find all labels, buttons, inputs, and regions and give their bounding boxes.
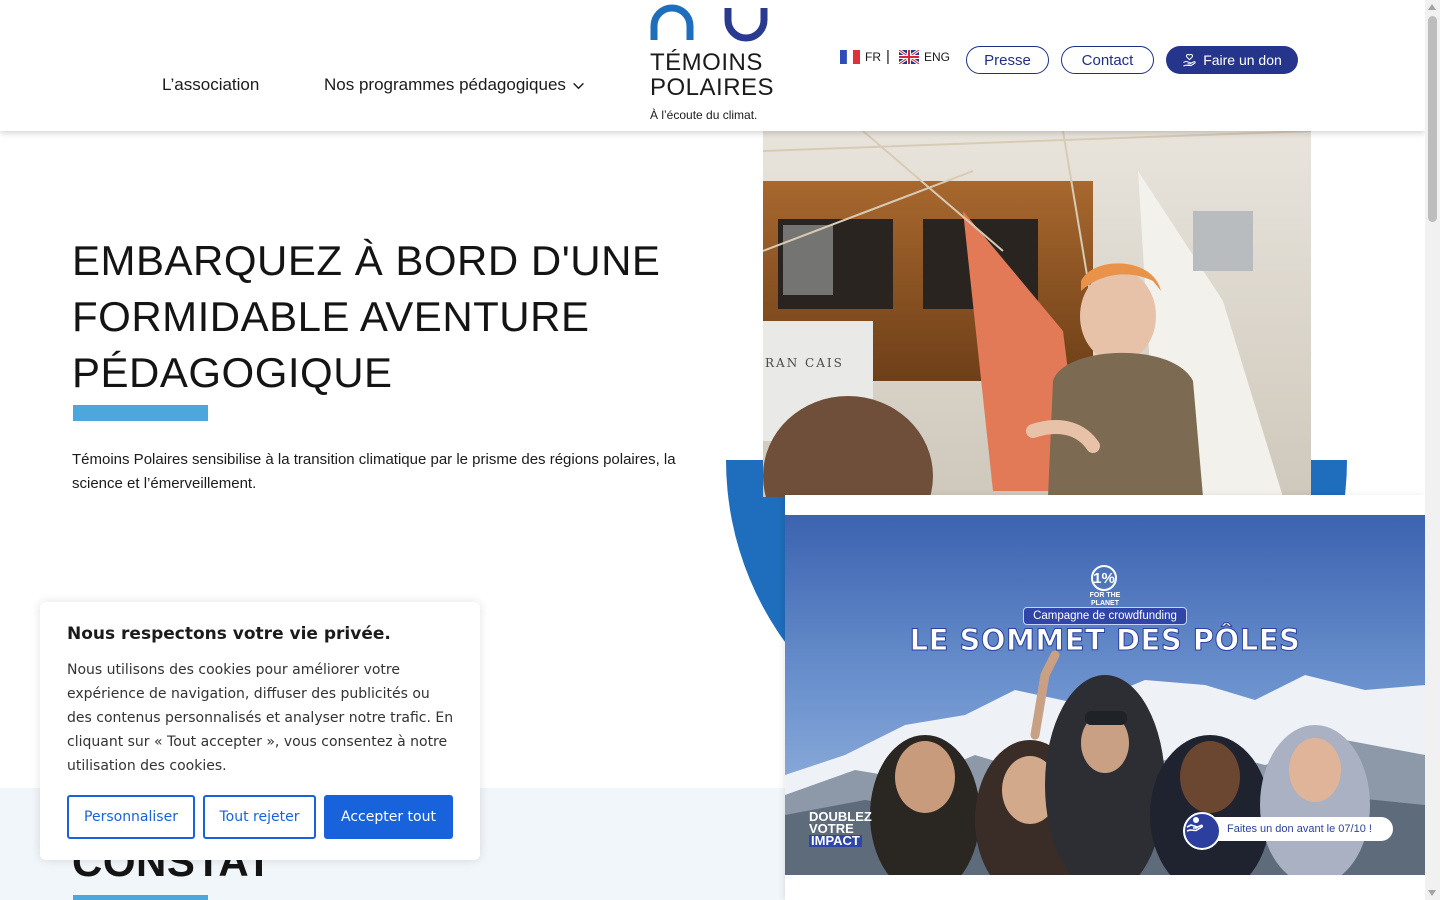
cookie-customize-button[interactable]: Personnaliser [67, 795, 195, 839]
cookie-consent-banner: Nous respectons votre vie privée. Nous u… [40, 602, 480, 860]
lang-fr-label: FR [865, 50, 881, 64]
presse-button[interactable]: Presse [966, 46, 1049, 74]
hand-donate-icon [1183, 812, 1221, 850]
chevron-down-icon [573, 82, 584, 89]
contact-button[interactable]: Contact [1061, 46, 1154, 74]
scroll-up-arrow-icon[interactable] [1428, 4, 1436, 10]
cookie-accept-button[interactable]: Accepter tout [324, 795, 453, 839]
cookie-title: Nous respectons votre vie privée. [67, 624, 391, 644]
hero-title-line-3: PÉDAGOGIQUE [72, 349, 393, 396]
cookie-reject-button[interactable]: Tout rejeter [203, 795, 316, 839]
lang-en-link[interactable]: ENG [899, 50, 950, 64]
scroll-down-arrow-icon[interactable] [1428, 890, 1436, 896]
logo-line-2: POLAIRES [650, 74, 775, 101]
logo-wordmark: TÉMOINS POLAIRES [650, 50, 774, 100]
hero-accent-bar [73, 405, 208, 421]
uk-flag-icon [899, 50, 919, 64]
hero-photo: RAN CAIS [763, 131, 1311, 497]
lang-separator: | [886, 48, 890, 65]
donate-button[interactable]: Faire un don [1166, 46, 1298, 74]
double-impact-text: DOUBLEZ VOTRE IMPACT [809, 810, 872, 848]
scrollbar-thumb[interactable] [1428, 16, 1437, 222]
hero-photo-illustration: RAN CAIS [763, 131, 1311, 497]
site-logo[interactable]: TÉMOINS POLAIRES À l’écoute du climat. [648, 4, 774, 126]
hero-title-line-1: EMBARQUEZ À BORD D'UNE [72, 237, 661, 284]
constat-accent-bar [73, 895, 208, 900]
cookie-description: Nous utilisons des cookies pour améliore… [67, 662, 454, 774]
one-percent-logo: 1% [1091, 565, 1117, 591]
crowdfunding-popup: 1% FOR THE PLANET Campagne de crowdfundi… [785, 495, 1425, 900]
lang-fr-link[interactable]: FR [840, 50, 881, 64]
nav-association[interactable]: L’association [162, 75, 259, 95]
france-flag-icon [840, 50, 860, 64]
logo-tagline: À l’écoute du climat. [650, 108, 758, 122]
page-scrollbar[interactable] [1425, 0, 1440, 900]
one-percent-logo-text: FOR THE PLANET [1089, 592, 1121, 607]
double-line-3: IMPACT [809, 833, 862, 848]
nav-programmes-label: Nos programmes pédagogiques [324, 75, 566, 94]
lang-en-label: ENG [924, 50, 951, 64]
site-header: L’association Nos programmes pédagogique… [0, 0, 1425, 131]
nav-programmes[interactable]: Nos programmes pédagogiques [324, 75, 585, 95]
hero-title: EMBARQUEZ À BORD D'UNE FORMIDABLE AVENTU… [72, 233, 712, 401]
boat-lettering: RAN CAIS [765, 356, 844, 370]
logo-line-1: TÉMOINS [650, 49, 763, 76]
donate-button-label: Faire un don [1203, 52, 1282, 68]
hero-description: Témoins Polaires sensibilise à la transi… [72, 451, 676, 492]
banner-title: LE SOMMET DES PÔLES [909, 623, 1301, 658]
crowdfunding-banner[interactable]: 1% FOR THE PLANET Campagne de crowdfundi… [785, 515, 1425, 875]
hero-title-line-2: FORMIDABLE AVENTURE [72, 293, 590, 340]
logo-mark-icon [650, 4, 768, 42]
hand-heart-icon [1183, 53, 1196, 67]
